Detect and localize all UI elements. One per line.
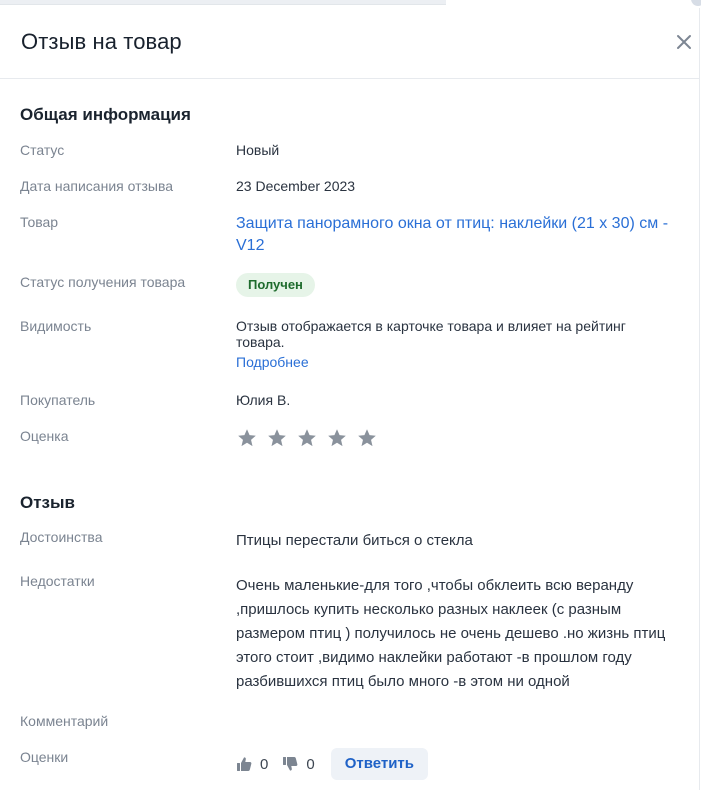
status-label: Статус (20, 142, 65, 158)
review-section-title: Отзыв (20, 493, 75, 512)
product-label: Товар (20, 214, 59, 230)
rating-stars (236, 427, 378, 449)
likes-count: 0 (260, 755, 269, 773)
panel-header: Отзыв на товар (0, 8, 699, 79)
thumbs-up-icon (237, 757, 252, 771)
browser-tab (0, 0, 446, 5)
star-icon (358, 429, 376, 447)
receipt-status-badge: Получен (236, 273, 315, 297)
review-panel: Отзыв на товар Общая информация Статус Н… (0, 8, 701, 790)
product-link[interactable]: Защита панорамного окна от птиц: наклейк… (236, 213, 676, 257)
pros-label: Достоинства (20, 529, 103, 545)
window-control (691, 0, 701, 6)
date-label: Дата написания отзыва (20, 178, 174, 194)
visibility-label: Видимость (20, 318, 92, 334)
star-icon (268, 429, 286, 447)
dislikes-count: 0 (306, 755, 315, 773)
comment-label: Комментарий (20, 713, 109, 729)
browser-top-strip (0, 0, 701, 8)
buyer-label: Покупатель (20, 392, 96, 408)
visibility-text: Отзыв отображается в карточке товара и в… (236, 318, 626, 350)
ratings-label: Оценки (20, 749, 69, 765)
status-value: Новый (236, 142, 280, 158)
receipt-status-label: Статус получения товара (20, 274, 186, 290)
rating-label: Оценка (20, 428, 69, 444)
page-title: Отзыв на товар (21, 29, 182, 54)
star-icon (238, 429, 256, 447)
review-panel-inner: Отзыв на товар Общая информация Статус Н… (0, 8, 700, 790)
date-value: 23 December 2023 (236, 178, 356, 194)
cons-label: Недостатки (20, 573, 95, 589)
dislike-button[interactable]: 0 (282, 755, 315, 773)
like-button[interactable]: 0 (236, 756, 268, 773)
reply-button[interactable]: Ответить (330, 748, 429, 780)
thumbs-down-icon (283, 757, 298, 771)
close-icon[interactable] (672, 30, 696, 54)
review-votes: 0 0 Ответить (236, 748, 429, 780)
star-icon (328, 429, 346, 447)
more-info-link[interactable]: Подробнее (236, 354, 309, 370)
general-section-title: Общая информация (20, 105, 191, 124)
pros-text: Птицы перестали биться о стекла (236, 532, 473, 549)
cons-text: Очень маленькие-для того ,чтобы обклеить… (236, 577, 666, 690)
star-icon (298, 429, 316, 447)
buyer-name: Юлия В. (236, 392, 291, 408)
